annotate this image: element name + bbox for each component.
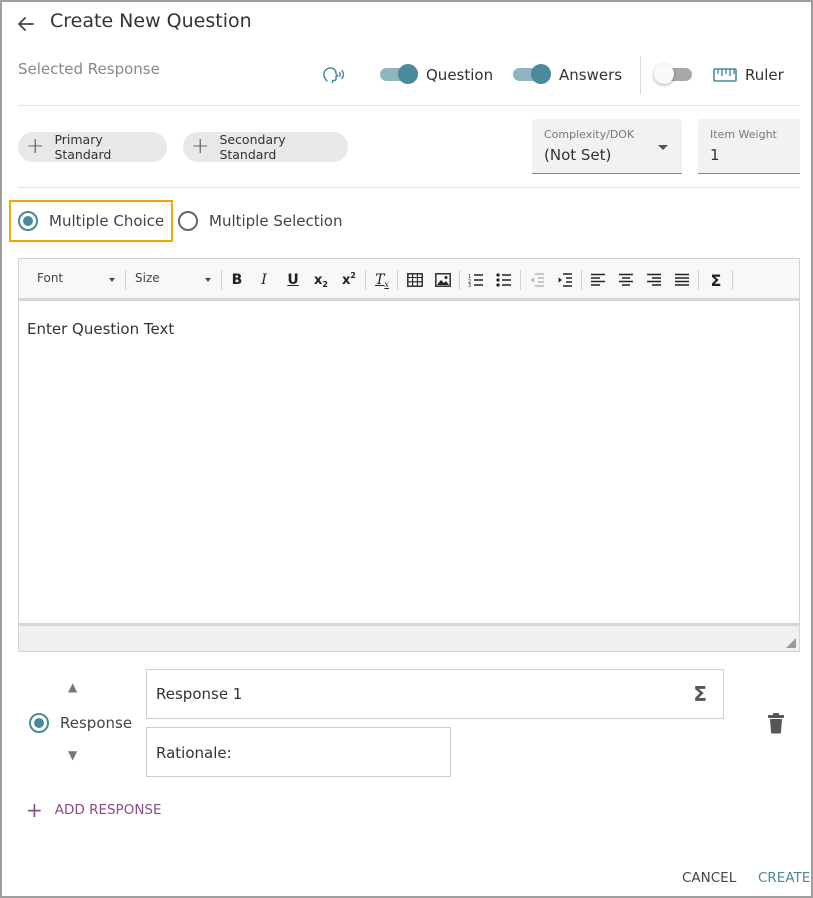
item-weight-label: Item Weight [710, 128, 777, 141]
correct-response-radio[interactable] [29, 713, 49, 733]
question-text-editor: Font Size B I U x2 x2 Tx 1 2 3 Σ Enter Q… [18, 258, 800, 652]
toolbar-separator [125, 270, 126, 290]
question-toggle-knob [398, 64, 418, 84]
editor-toolbar: Font Size B I U x2 x2 Tx 1 2 3 Σ [19, 259, 799, 301]
chevron-down-icon [109, 278, 115, 282]
multiple-selection-radio[interactable] [178, 211, 198, 231]
question-text-area[interactable]: Enter Question Text [19, 304, 799, 624]
size-select-label: Size [135, 271, 160, 285]
multiple-choice-radio[interactable] [18, 211, 38, 231]
question-text-placeholder: Enter Question Text [27, 320, 175, 338]
item-weight-field[interactable]: Item Weight 1 [698, 119, 800, 174]
chevron-down-icon [658, 145, 668, 150]
bold-icon[interactable]: B [226, 270, 248, 290]
plus-icon: + [26, 134, 45, 159]
dialog: Create New Question Selected Response Qu… [0, 0, 813, 898]
move-up-icon[interactable]: ▲ [68, 680, 77, 694]
align-left-icon[interactable] [587, 270, 609, 290]
align-right-icon[interactable] [643, 270, 665, 290]
header-divider [18, 105, 800, 106]
secondary-standard-label: Secondary Standard [219, 132, 286, 162]
toolbar-separator [520, 270, 521, 290]
response-text-input[interactable]: Response 1 Σ [146, 669, 724, 719]
resize-handle-icon[interactable] [786, 638, 796, 648]
toolbar-separator [365, 270, 366, 290]
standards-divider [18, 187, 800, 188]
question-toggle[interactable] [378, 63, 418, 85]
toolbar-separator [581, 270, 582, 290]
complexity-dok-select[interactable]: Complexity/DOK (Not Set) [532, 119, 682, 174]
answers-toggle[interactable] [511, 63, 551, 85]
question-category: Selected Response [18, 60, 160, 78]
toolbar-divider [640, 56, 641, 94]
chevron-down-icon [205, 278, 211, 282]
font-select-label: Font [37, 271, 64, 285]
add-response-label: ADD RESPONSE [54, 802, 162, 818]
underline-icon[interactable]: U [282, 270, 304, 290]
ruler-toggle[interactable] [654, 63, 694, 85]
add-primary-standard-button[interactable]: + Primary Standard [18, 132, 167, 162]
ruler-toggle-knob [654, 64, 674, 84]
plus-icon: + [26, 798, 43, 822]
toolbar-separator [732, 270, 733, 290]
page-title: Create New Question [50, 10, 252, 32]
svg-text:3: 3 [468, 283, 471, 287]
primary-standard-label: Primary Standard [54, 132, 112, 162]
text-to-speech-icon[interactable] [322, 66, 346, 84]
cancel-button[interactable]: CANCEL [682, 870, 736, 886]
ruler-toggle-label: Ruler [745, 66, 784, 84]
response-label: Response [60, 714, 133, 732]
numbered-list-icon[interactable]: 123 [465, 270, 487, 290]
toolbar-separator [698, 270, 699, 290]
plus-icon: + [191, 134, 210, 159]
response-text-value: Response 1 [156, 685, 243, 703]
create-button[interactable]: CREATE [758, 870, 810, 886]
rationale-input[interactable]: Rationale: [146, 727, 451, 777]
math-sigma-icon[interactable]: Σ [705, 270, 727, 290]
font-select[interactable]: Font [37, 271, 117, 289]
align-center-icon[interactable] [615, 270, 637, 290]
add-response-button[interactable]: + ADD RESPONSE [26, 800, 162, 820]
add-secondary-standard-button[interactable]: + Secondary Standard [183, 132, 348, 162]
question-toggle-label: Question [426, 66, 494, 84]
back-arrow-icon[interactable] [16, 14, 36, 34]
complexity-dok-value: (Not Set) [544, 146, 612, 164]
italic-icon[interactable]: I [253, 270, 275, 290]
editor-statusbar [19, 623, 799, 651]
toolbar-separator [221, 270, 222, 290]
math-sigma-icon[interactable]: Σ [693, 682, 707, 706]
answers-toggle-label: Answers [559, 66, 623, 84]
image-icon[interactable] [432, 270, 454, 290]
toolbar-separator [397, 270, 398, 290]
align-justify-icon[interactable] [671, 270, 693, 290]
move-down-icon[interactable]: ▼ [68, 748, 77, 762]
ruler-icon [713, 68, 737, 82]
answers-toggle-knob [531, 64, 551, 84]
superscript-icon[interactable]: x2 [338, 270, 360, 290]
subscript-icon[interactable]: x2 [310, 270, 332, 290]
item-weight-value: 1 [710, 146, 720, 164]
remove-format-icon[interactable]: Tx [371, 270, 393, 290]
trash-icon[interactable] [767, 712, 785, 734]
bulleted-list-icon[interactable] [493, 270, 515, 290]
size-select[interactable]: Size [135, 271, 213, 289]
toolbar-separator [459, 270, 460, 290]
rationale-value: Rationale: [156, 744, 232, 762]
multiple-selection-label[interactable]: Multiple Selection [209, 212, 342, 230]
decrease-indent-icon[interactable] [526, 270, 548, 290]
table-icon[interactable] [404, 270, 426, 290]
complexity-dok-label: Complexity/DOK [544, 128, 635, 141]
increase-indent-icon[interactable] [554, 270, 576, 290]
multiple-choice-label[interactable]: Multiple Choice [49, 212, 164, 230]
